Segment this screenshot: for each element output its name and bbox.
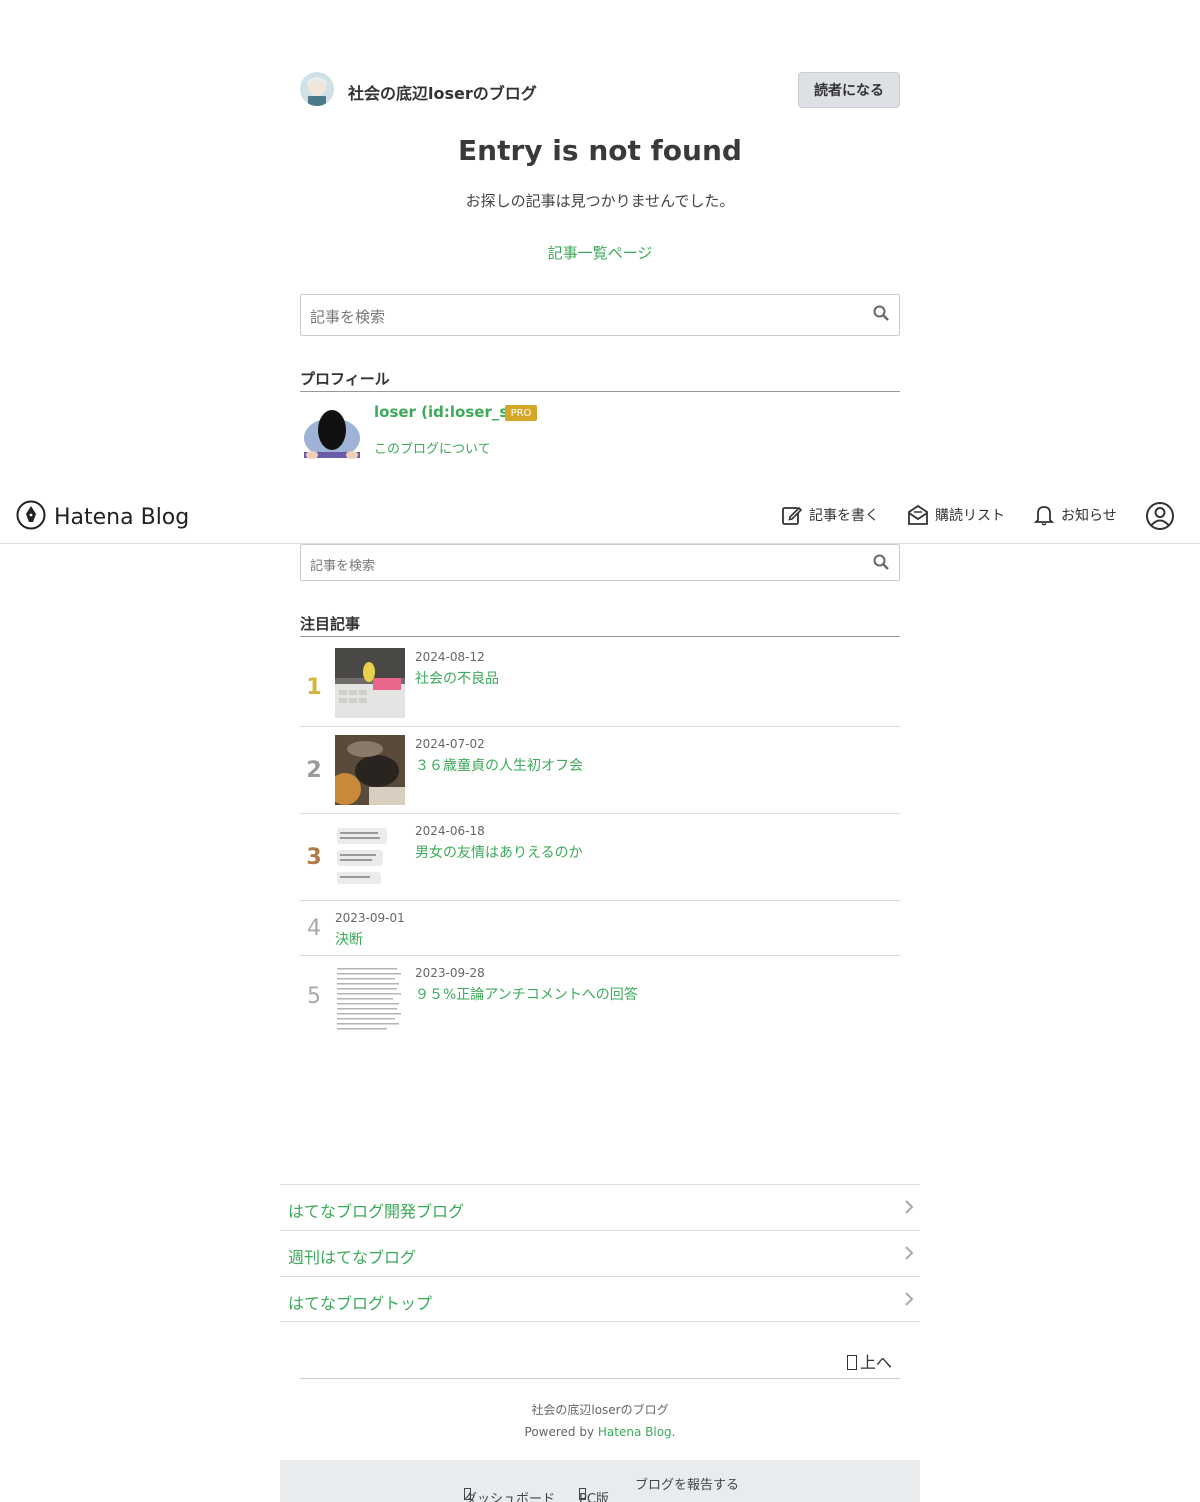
entry-title[interactable]: 社会の不良品 bbox=[415, 668, 499, 688]
search-placeholder: 記事を検索 bbox=[310, 559, 376, 574]
dashboard-label: ダッシュボード bbox=[464, 1492, 556, 1502]
chevron-right-icon bbox=[904, 1245, 914, 1265]
featured-entry[interactable]: 3 2024-06-18 男女の友情はありえるのか bbox=[300, 814, 900, 901]
subscribe-button[interactable]: 読者になる bbox=[798, 72, 900, 108]
featured-entry[interactable]: 5 2023-09-28 ９５%正論アンチコメントへの回答 bbox=[300, 956, 900, 1042]
bell-icon bbox=[1033, 506, 1055, 526]
rank-number: 4 bbox=[307, 916, 321, 941]
featured-entry[interactable]: 4 2023-09-01 決断 bbox=[300, 901, 900, 956]
entry-thumbnail[interactable] bbox=[335, 735, 405, 805]
user-menu-button[interactable] bbox=[1145, 501, 1181, 531]
search-input-sidebar[interactable]: 記事を検索 bbox=[300, 544, 900, 581]
search-icon[interactable] bbox=[873, 305, 889, 325]
hatena-blog-logo-text: Hatena Blog bbox=[54, 504, 190, 530]
not-found-message: お探しの記事は見つかりませんでした。 bbox=[465, 192, 735, 210]
search-placeholder: 記事を検索 bbox=[310, 308, 386, 326]
page-title: Entry is not found bbox=[458, 134, 742, 167]
featured-entry[interactable]: 1 2024-08-12 社会の不良品 bbox=[300, 640, 900, 727]
hatena-global-bar: Hatena Blog 記事を書く 購読リスト お知らせ bbox=[0, 488, 1200, 544]
rank-number: 2 bbox=[306, 758, 322, 783]
entry-date: 2024-08-12 bbox=[415, 650, 485, 664]
footer-link-dev-blog[interactable]: はてなブログ開発ブログ bbox=[280, 1184, 920, 1230]
page-top-label: 上へ bbox=[859, 1353, 892, 1372]
entry-date: 2024-06-18 bbox=[415, 824, 485, 838]
bottom-bar: ダッシュボード PC版 ブログを報告する bbox=[280, 1460, 920, 1502]
entry-thumbnail[interactable] bbox=[335, 964, 405, 1034]
powered-by-suffix: . bbox=[671, 1425, 676, 1439]
blog-avatar[interactable] bbox=[300, 72, 334, 106]
rank-number: 5 bbox=[307, 984, 321, 1009]
hatena-blog-link[interactable]: Hatena Blog bbox=[598, 1425, 672, 1439]
pen-nib-icon bbox=[16, 500, 46, 534]
blog-header: 社会の底辺loserのブログ 読者になる bbox=[300, 72, 900, 108]
reading-list-button[interactable]: 購読リスト bbox=[907, 504, 1005, 526]
footer-link-top[interactable]: はてなブログトップ bbox=[280, 1276, 920, 1322]
profile-avatar[interactable] bbox=[302, 406, 362, 460]
entry-thumbnail[interactable] bbox=[335, 822, 405, 892]
entry-date: 2024-07-02 bbox=[415, 737, 485, 751]
reading-list-label: 購読リスト bbox=[935, 508, 1005, 524]
profile-section-title: プロフィール bbox=[300, 368, 900, 392]
search-icon[interactable] bbox=[873, 554, 889, 574]
hatena-blog-logo[interactable]: Hatena Blog bbox=[16, 500, 189, 534]
user-icon bbox=[1146, 502, 1174, 530]
search-input[interactable]: 記事を検索 bbox=[300, 294, 900, 336]
entry-title[interactable]: ３６歳童貞の人生初オフ会 bbox=[415, 755, 583, 775]
footer-link-label: はてなブログトップ bbox=[288, 1294, 433, 1313]
footer-link-label: はてなブログ開発ブログ bbox=[288, 1202, 465, 1221]
entry-thumbnail[interactable] bbox=[335, 648, 405, 718]
profile-name[interactable]: loser (id:loser_s) bbox=[374, 403, 515, 421]
archive-link[interactable]: 記事一覧ページ bbox=[300, 242, 900, 263]
featured-section-title: 注目記事 bbox=[300, 613, 900, 637]
blog-title[interactable]: 社会の底辺loserのブログ bbox=[348, 80, 537, 104]
notifications-label: お知らせ bbox=[1061, 508, 1117, 524]
entry-title[interactable]: 決断 bbox=[335, 929, 363, 949]
footer-link-weekly[interactable]: 週刊はてなブログ bbox=[280, 1230, 920, 1276]
footer-blog-name[interactable]: 社会の底辺loserのブログ bbox=[300, 1401, 900, 1418]
pro-badge: PRO bbox=[505, 405, 537, 421]
pc-version-label: PC版 bbox=[579, 1492, 609, 1502]
edit-icon bbox=[782, 506, 803, 525]
write-entry-label: 記事を書く bbox=[809, 508, 879, 524]
entry-title[interactable]: ９５%正論アンチコメントへの回答 bbox=[415, 984, 638, 1004]
entry-title[interactable]: 男女の友情はありえるのか bbox=[415, 842, 583, 862]
powered-by: Powered by Hatena Blog. bbox=[300, 1425, 900, 1439]
footer-link-label: 週刊はてなブログ bbox=[288, 1248, 417, 1267]
report-blog-link[interactable]: ブログを報告する bbox=[635, 1474, 739, 1493]
rank-number: 3 bbox=[306, 845, 322, 870]
chevron-right-icon bbox=[904, 1291, 914, 1311]
page-top-link[interactable]: 上へ bbox=[300, 1346, 900, 1379]
powered-by-prefix: Powered by bbox=[524, 1425, 598, 1439]
about-blog-link[interactable]: このブログについて bbox=[374, 438, 491, 457]
rank-number: 1 bbox=[306, 675, 322, 700]
arrow-up-icon bbox=[846, 1355, 857, 1370]
entry-date: 2023-09-28 bbox=[415, 966, 485, 980]
write-entry-button[interactable]: 記事を書く bbox=[781, 504, 879, 526]
notifications-button[interactable]: お知らせ bbox=[1033, 504, 1117, 526]
reading-list-icon bbox=[908, 504, 928, 525]
featured-entry[interactable]: 2 2024-07-02 ３６歳童貞の人生初オフ会 bbox=[300, 727, 900, 814]
chevron-right-icon bbox=[904, 1199, 914, 1219]
entry-date: 2023-09-01 bbox=[335, 911, 405, 925]
